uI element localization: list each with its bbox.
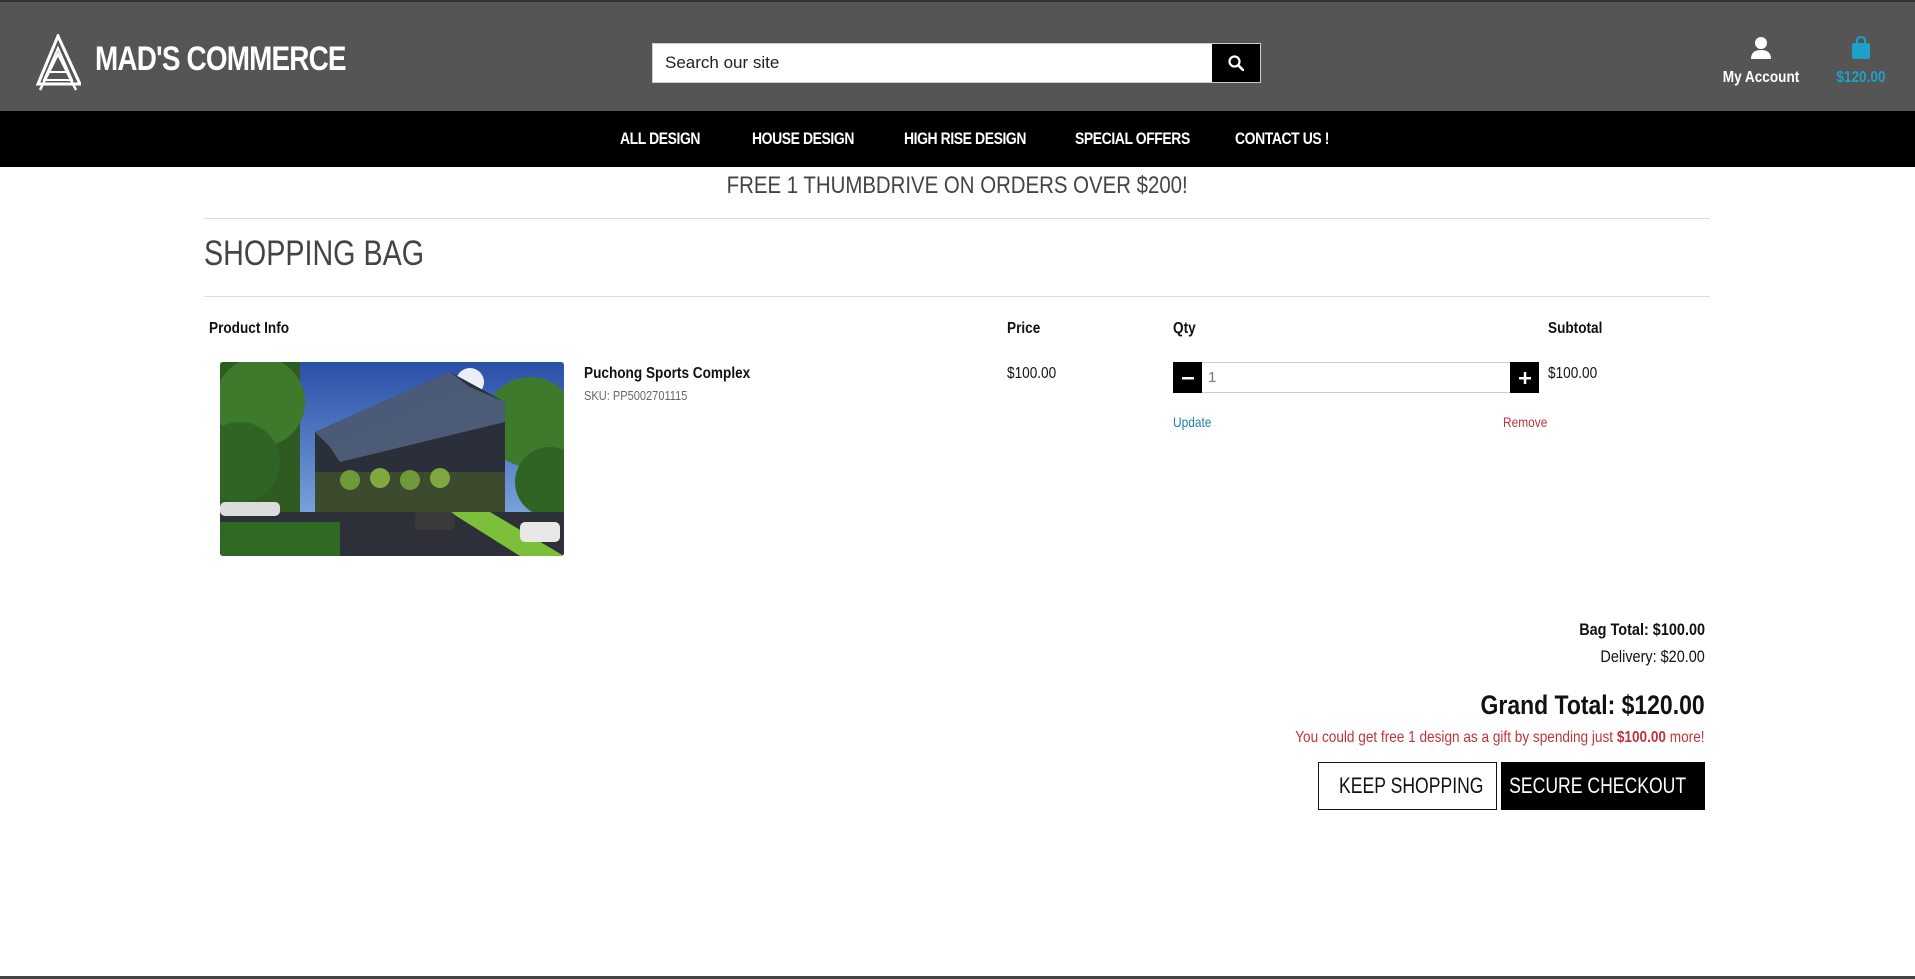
bag-total: Bag Total: $100.00 (1579, 620, 1705, 640)
gift-message: You could get free 1 design as a gift by… (1296, 729, 1705, 747)
divider (204, 296, 1710, 297)
product-subtotal: $100.00 (1548, 365, 1598, 382)
gift-message-suffix: more! (1670, 729, 1705, 746)
nav-item-house-design[interactable]: HOUSE DESIGN (752, 129, 854, 149)
column-header-price: Price (1007, 320, 1041, 337)
product-name[interactable]: Puchong Sports Complex (584, 365, 750, 383)
qty-decrement-button[interactable] (1173, 362, 1202, 393)
cart-link[interactable]: $120.00 (1826, 35, 1896, 87)
product-sku: SKU: PP5002701115 (584, 388, 688, 403)
update-link[interactable]: Update (1173, 414, 1211, 430)
cart-total: $120.00 (1836, 69, 1886, 86)
column-header-qty: Qty (1173, 320, 1196, 337)
column-header-subtotal: Subtotal (1548, 320, 1603, 337)
nav-item-contact-us[interactable]: CONTACT US ! (1235, 129, 1329, 149)
nav-item-special-offers[interactable]: SPECIAL OFFERS (1075, 129, 1190, 149)
triangle-logo-icon[interactable] (36, 34, 81, 92)
divider (204, 218, 1710, 219)
qty-increment-button[interactable] (1510, 362, 1539, 393)
search-bar (652, 43, 1261, 83)
keep-shopping-button[interactable]: KEEP SHOPPING (1318, 762, 1497, 810)
delivery-cost: Delivery: $20.00 (1600, 647, 1705, 666)
search-input[interactable] (653, 44, 1237, 82)
keep-shopping-label: KEEP SHOPPING (1339, 773, 1484, 798)
promo-banner: FREE 1 THUMBDRIVE ON ORDERS OVER $200! (0, 172, 1915, 200)
my-account-link[interactable]: My Account (1716, 36, 1806, 87)
column-header-product-info: Product Info (209, 320, 290, 337)
secure-checkout-button[interactable]: SECURE CHECKOUT (1501, 762, 1705, 810)
product-image[interactable] (220, 362, 564, 556)
main-nav: ALL DESIGN HOUSE DESIGN HIGH RISE DESIGN… (0, 111, 1915, 167)
search-button[interactable] (1212, 44, 1260, 82)
search-icon (1228, 55, 1244, 71)
remove-link[interactable]: Remove (1503, 414, 1547, 430)
promo-text: FREE 1 THUMBDRIVE ON ORDERS OVER $200! (726, 172, 1188, 199)
secure-checkout-label: SECURE CHECKOUT (1509, 773, 1687, 798)
user-icon (1751, 37, 1771, 59)
site-header: MAD'S COMMERCE My Account $120.00 (0, 0, 1915, 111)
minus-icon (1181, 376, 1194, 379)
product-price: $100.00 (1007, 365, 1057, 382)
nav-item-all-design[interactable]: ALL DESIGN (620, 129, 700, 149)
plus-icon (1518, 371, 1531, 384)
bag-total-label: Bag Total: (1579, 620, 1649, 639)
shopping-bag-icon (1852, 35, 1870, 59)
page-title: SHOPPING BAG (204, 234, 425, 273)
gift-message-amount: $100.00 (1617, 729, 1667, 746)
grand-total: Grand Total: $120.00 (1480, 690, 1705, 720)
nav-item-high-rise-design[interactable]: HIGH RISE DESIGN (904, 129, 1026, 149)
bag-total-value: $100.00 (1652, 620, 1705, 639)
brand-name[interactable]: MAD'S COMMERCE (95, 40, 347, 79)
quantity-stepper (1173, 362, 1539, 393)
account-label: My Account (1722, 69, 1800, 86)
quantity-input[interactable] (1202, 362, 1510, 393)
gift-message-prefix: You could get free 1 design as a gift by… (1295, 729, 1614, 746)
